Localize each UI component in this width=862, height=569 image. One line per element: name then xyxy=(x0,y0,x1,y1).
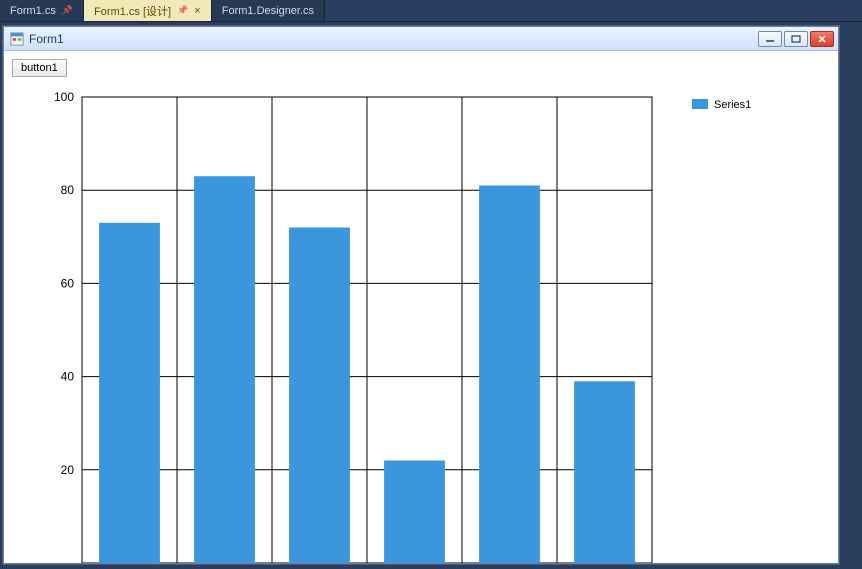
designer-workspace: Form1 button1 20 40 60 80 100 Series1 xyxy=(0,22,862,569)
maximize-button[interactable] xyxy=(784,31,808,47)
svg-text:100: 100 xyxy=(54,90,74,104)
chart-svg: 20 40 60 80 100 Series1 xyxy=(12,83,802,563)
tab-form1-design[interactable]: Form1.cs [设计] 📌 × xyxy=(84,0,212,21)
svg-text:80: 80 xyxy=(61,183,75,197)
minimize-button[interactable] xyxy=(758,31,782,47)
button1[interactable]: button1 xyxy=(12,59,67,77)
close-button[interactable] xyxy=(810,31,834,47)
tab-label: Form1.cs [设计] xyxy=(94,3,171,19)
chart-control[interactable]: 20 40 60 80 100 Series1 xyxy=(12,83,802,563)
tab-form1-designer-cs[interactable]: Form1.Designer.cs xyxy=(212,0,325,21)
svg-text:40: 40 xyxy=(61,370,75,384)
form-client-area: button1 20 40 60 80 100 Series1 xyxy=(4,51,838,563)
form-window: Form1 button1 20 40 60 80 100 Series1 xyxy=(3,26,839,564)
titlebar[interactable]: Form1 xyxy=(4,27,838,51)
window-title: Form1 xyxy=(29,32,64,46)
close-icon[interactable]: × xyxy=(194,5,200,17)
tab-label: Form1.cs xyxy=(10,5,56,17)
svg-text:60: 60 xyxy=(61,276,75,290)
tab-form1-cs[interactable]: Form1.cs 📌 xyxy=(0,0,84,21)
pin-icon: 📌 xyxy=(177,5,188,16)
editor-tab-bar: Form1.cs 📌 Form1.cs [设计] 📌 × Form1.Desig… xyxy=(0,0,862,22)
svg-text:Series1: Series1 xyxy=(714,99,751,111)
svg-text:20: 20 xyxy=(61,463,75,477)
tab-label: Form1.Designer.cs xyxy=(222,5,314,17)
pin-icon: 📌 xyxy=(62,5,73,16)
app-icon xyxy=(10,32,24,46)
